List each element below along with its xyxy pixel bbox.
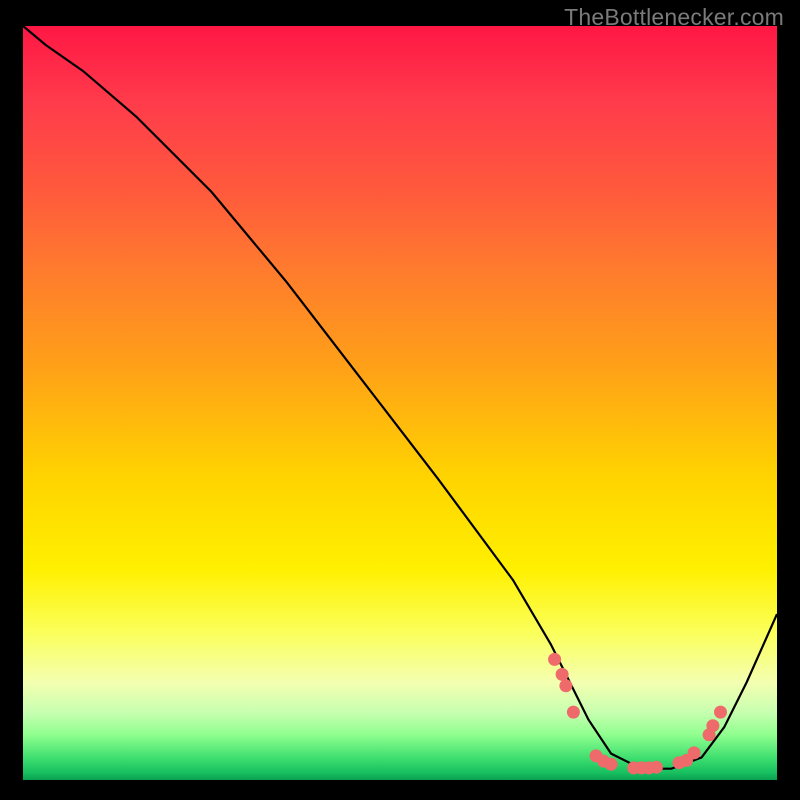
curve-marker	[650, 761, 662, 773]
curve-marker	[556, 668, 568, 680]
chart-frame: TheBottlenecker.com	[0, 0, 800, 800]
curve-marker	[707, 720, 719, 732]
curve-marker	[549, 653, 561, 665]
curve-line	[23, 26, 777, 769]
curve-marker	[715, 706, 727, 718]
curve-marker	[688, 747, 700, 759]
curve-markers	[549, 653, 727, 774]
curve-marker	[560, 680, 572, 692]
gradient-plot-area	[23, 26, 777, 780]
curve-marker	[605, 758, 617, 770]
bottleneck-curve	[23, 26, 777, 780]
curve-marker	[567, 706, 579, 718]
